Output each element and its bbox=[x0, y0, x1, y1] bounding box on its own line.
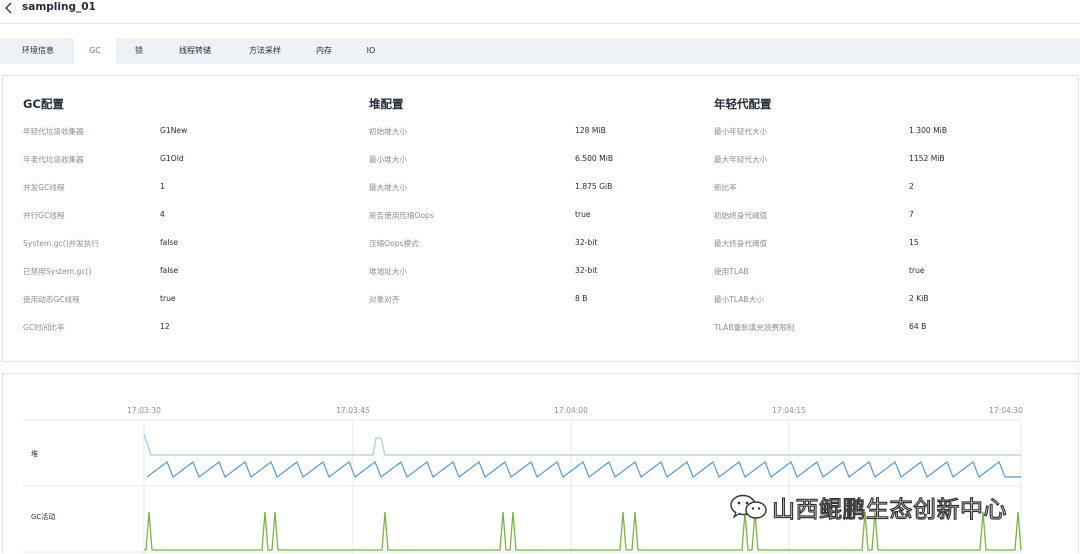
kv-label: System.gc()并发执行 bbox=[23, 239, 100, 248]
tab-bar: 环境信息 GC 锁 线程转储 方法采样 内存 IO bbox=[0, 38, 1080, 64]
kv-label: 并发GC线程 bbox=[23, 183, 65, 192]
tab-memory[interactable]: 内存 bbox=[304, 38, 344, 64]
kv-value: 32-bit bbox=[575, 266, 598, 275]
kv-label: 最小堆大小 bbox=[369, 155, 407, 164]
time-tick: 17:03:30 bbox=[127, 406, 161, 415]
kv-label: 并行GC线程 bbox=[23, 211, 65, 220]
tab-lock[interactable]: 锁 bbox=[124, 38, 154, 64]
tab-method-sampling[interactable]: 方法采样 bbox=[234, 38, 296, 64]
kv-label: 最小TLAB大小 bbox=[714, 295, 764, 304]
kv-label: 初始终身代阈值 bbox=[714, 211, 768, 220]
watermark: 山西鲲鹏生态创新中心 bbox=[728, 489, 1007, 525]
kv-value: 4 bbox=[160, 210, 165, 219]
tab-gc[interactable]: GC bbox=[74, 38, 116, 64]
kv-label: 年轻代垃圾收集器 bbox=[23, 127, 84, 136]
tab-io[interactable]: IO bbox=[356, 38, 386, 64]
page-title: sampling_01 bbox=[22, 1, 96, 13]
kv-value: 2 KiB bbox=[909, 294, 929, 303]
kv-value: G1New bbox=[160, 126, 188, 135]
kv-value: 6.500 MiB bbox=[575, 154, 614, 163]
kv-label: 新比率 bbox=[714, 183, 737, 192]
time-tick: 17:04:30 bbox=[989, 406, 1023, 415]
page-header: sampling_01 bbox=[0, 0, 1080, 24]
kv-value: 64 B bbox=[909, 322, 927, 331]
kv-label: 已禁用System.gc() bbox=[23, 267, 92, 276]
kv-label: 年老代垃圾收集器 bbox=[23, 155, 84, 164]
kv-value: true bbox=[575, 210, 591, 219]
kv-label: 堆地址大小 bbox=[369, 267, 407, 276]
watermark-text: 山西鲲鹏生态创新中心 bbox=[771, 496, 1007, 523]
gc-config-title: GC配置 bbox=[23, 97, 64, 111]
kv-value: false bbox=[160, 238, 179, 247]
kv-label: GC时间比率 bbox=[23, 323, 65, 332]
young-config-title: 年轻代配置 bbox=[714, 97, 772, 111]
kv-label: 初始堆大小 bbox=[369, 127, 407, 136]
time-tick: 17:04:00 bbox=[554, 406, 588, 415]
kv-value: true bbox=[160, 294, 176, 303]
chevron-left-icon[interactable] bbox=[2, 0, 16, 16]
kv-label: 最大堆大小 bbox=[369, 183, 407, 192]
kv-value: 2 bbox=[909, 182, 914, 191]
kv-label: 最大年轻代大小 bbox=[714, 155, 768, 164]
kv-value: true bbox=[909, 266, 925, 275]
tab-thread-dump[interactable]: 线程转储 bbox=[164, 38, 226, 64]
kv-label: 对象对齐 bbox=[369, 295, 400, 304]
kv-label: 使用动态GC线程 bbox=[23, 295, 80, 304]
row-label-heap: 堆 bbox=[31, 450, 38, 458]
kv-label: 使用TLAB bbox=[714, 267, 749, 276]
kv-value: 128 MiB bbox=[575, 126, 606, 135]
kv-value: 7 bbox=[909, 210, 914, 219]
kv-value: 12 bbox=[160, 322, 170, 331]
gc-config-panel: GC配置 年轻代垃圾收集器 G1New 年老代垃圾收集器 G1Old 并发GC线… bbox=[2, 75, 1079, 362]
kv-value: 1 bbox=[160, 182, 165, 191]
time-tick: 17:04:15 bbox=[772, 406, 806, 415]
kv-value: 1152 MiB bbox=[909, 154, 945, 163]
gc-timeline-chart[interactable] bbox=[3, 374, 1080, 554]
kv-value: 1.300 MiB bbox=[909, 126, 948, 135]
heap-usage-upper-line bbox=[143, 433, 1021, 456]
kv-label: 最大终身代阈值 bbox=[714, 239, 768, 248]
heap-usage-sawtooth-line bbox=[146, 461, 1021, 478]
wechat-icon bbox=[730, 494, 767, 519]
kv-label: 是否使用压缩Oops bbox=[369, 211, 434, 220]
kv-label: TLAB重新填充浪费限制 bbox=[714, 323, 795, 332]
kv-value: 15 bbox=[909, 238, 919, 247]
kv-value: 1.875 GiB bbox=[575, 182, 613, 191]
time-tick: 17:03:45 bbox=[336, 406, 370, 415]
heap-config-title: 堆配置 bbox=[369, 97, 404, 111]
kv-label: 最小年轻代大小 bbox=[714, 127, 768, 136]
kv-value: G1Old bbox=[160, 154, 184, 163]
kv-label: 压缩Oops模式 bbox=[369, 239, 419, 248]
row-label-gc-activity: GC活动 bbox=[31, 513, 56, 521]
kv-value: false bbox=[160, 266, 179, 275]
timeline-grid bbox=[23, 419, 1022, 554]
gc-timeline-panel: 17:03:30 17:03:45 17:04:00 17:04:15 17:0… bbox=[2, 373, 1080, 554]
tab-env-info[interactable]: 环境信息 bbox=[6, 38, 70, 64]
kv-value: 32-bit bbox=[575, 238, 598, 247]
kv-value: 8 B bbox=[575, 294, 588, 303]
